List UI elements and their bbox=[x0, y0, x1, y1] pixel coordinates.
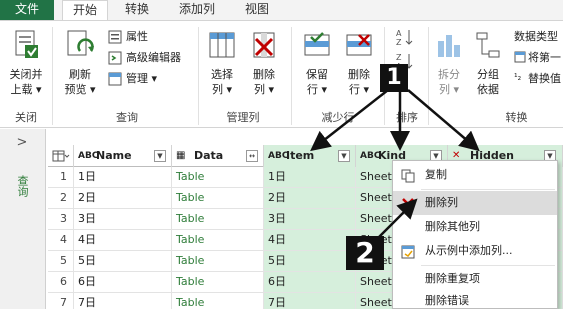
arrow-to-remove-column bbox=[377, 198, 418, 239]
annotation-badge-2: 2 bbox=[346, 236, 384, 270]
annotation-badge-1: 1 bbox=[380, 64, 408, 92]
arrow-to-hidden bbox=[407, 89, 480, 152]
power-query-editor: 文件 开始 转换 添加列 视图 关闭并 上载 ▾ 关闭 刷新 预览 ▾ 属性 高… bbox=[0, 0, 563, 309]
arrow-to-item bbox=[310, 89, 389, 152]
annotation-arrows bbox=[310, 89, 480, 239]
